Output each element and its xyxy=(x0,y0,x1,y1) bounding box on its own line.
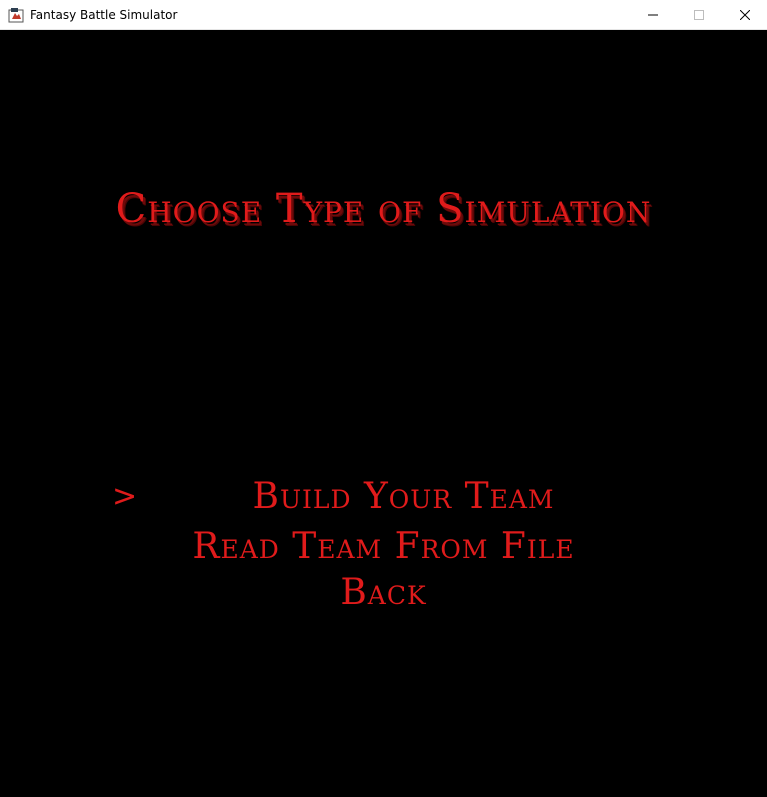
maximize-button[interactable] xyxy=(676,0,722,30)
close-icon xyxy=(740,10,750,20)
screen-heading: Choose Type of Simulation xyxy=(115,186,652,232)
minimize-button[interactable] xyxy=(630,0,676,30)
game-canvas[interactable]: Choose Type of Simulation > Build Your T… xyxy=(0,30,767,797)
menu-item-back[interactable]: Back xyxy=(0,571,767,615)
close-button[interactable] xyxy=(722,0,767,30)
menu-item-build-your-team[interactable]: Build Your Team xyxy=(0,475,767,519)
maximize-icon xyxy=(694,10,704,20)
game-window: Fantasy Battle Simulator Choose Type of … xyxy=(0,0,767,797)
window-title: Fantasy Battle Simulator xyxy=(30,8,178,22)
menu-item-read-team-from-file[interactable]: Read Team From File xyxy=(0,525,767,569)
title-bar[interactable]: Fantasy Battle Simulator xyxy=(0,0,767,30)
java-app-icon xyxy=(8,7,24,23)
minimize-icon xyxy=(648,14,658,16)
